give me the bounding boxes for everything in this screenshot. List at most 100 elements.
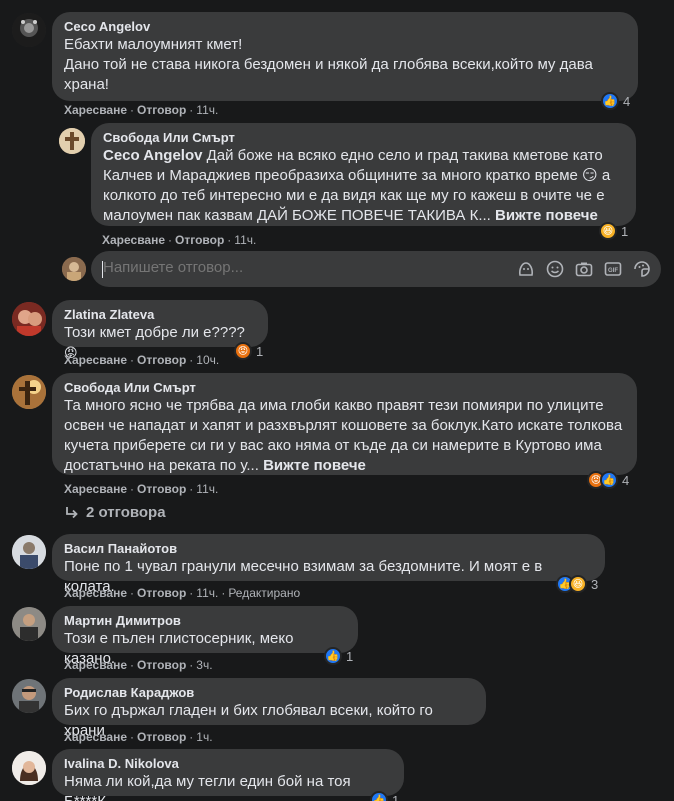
- comment-bubble: Zlatina Zlateva Този кмет добре ли е????…: [52, 300, 268, 360]
- avatar-image: [12, 535, 46, 569]
- comment-actions: Харесване · Отговор · 3ч.: [64, 658, 213, 672]
- comment-bubble: Ivalina D. Nikolova Няма ли кой,да му те…: [52, 749, 404, 801]
- comment-author[interactable]: Zlatina Zlateva: [64, 307, 256, 323]
- comment-text: Няма ли кой,да му тегли един бой на тоя …: [64, 773, 351, 801]
- like-button[interactable]: Харесване: [64, 103, 127, 117]
- reaction-count: 4: [623, 93, 631, 109]
- view-replies-button[interactable]: 2 отговора: [64, 504, 166, 521]
- comment-actions: Харесване · Отговор · 10ч.: [64, 353, 220, 367]
- reply-button[interactable]: Отговор: [137, 353, 186, 367]
- avatar-image: [12, 751, 46, 785]
- reply-button[interactable]: Отговор: [137, 103, 186, 117]
- comment-author[interactable]: Родислав Караджов: [64, 685, 474, 701]
- like-button[interactable]: Харесване: [64, 730, 127, 744]
- mention-link[interactable]: Ceco Angelov: [103, 147, 202, 164]
- comment-bubble: Свобода Или Смърт Та много ясно че трябв…: [52, 373, 637, 475]
- reply-button[interactable]: Отговор: [175, 233, 224, 247]
- comment-author[interactable]: Свобода Или Смърт: [64, 380, 625, 396]
- like-icon: 👍: [324, 647, 342, 665]
- timestamp[interactable]: 11ч.: [196, 103, 218, 117]
- comment-bubble: Мартин Димитров Този е пълен глистосерни…: [52, 606, 358, 667]
- comment-bubble: Васил Панайотов Поне по 1 чувал гранули …: [52, 534, 605, 595]
- comment-actions: Харесване · Отговор · 11ч.: [64, 482, 219, 496]
- avatar[interactable]: [12, 375, 46, 409]
- avatar[interactable]: [12, 607, 46, 641]
- gif-icon[interactable]: GIF: [603, 259, 622, 278]
- avatar-image: [12, 679, 46, 713]
- comment-text-line: Ебахти малоумният кмет!: [64, 36, 243, 53]
- reaction-count: 3: [591, 576, 599, 592]
- timestamp[interactable]: 1ч.: [196, 730, 212, 744]
- reaction-summary[interactable]: 👍 1: [324, 646, 353, 666]
- comment-text: Ебахти малоумният кмет! Дано той не став…: [64, 35, 626, 95]
- reply-button[interactable]: Отговор: [137, 586, 186, 600]
- comment-author[interactable]: Ceco Angelov: [64, 19, 626, 35]
- like-icon: 👍: [370, 791, 388, 801]
- emoji-icon[interactable]: [545, 259, 564, 278]
- like-icon: 👍: [600, 471, 618, 489]
- svg-text:GIF: GIF: [608, 268, 618, 274]
- avatar[interactable]: [12, 302, 46, 336]
- avatar[interactable]: [12, 535, 46, 569]
- see-more-link[interactable]: Вижте повече: [263, 457, 366, 474]
- reply-input-box[interactable]: GIF: [91, 251, 661, 287]
- like-button[interactable]: Харесване: [64, 586, 127, 600]
- reaction-summary[interactable]: 👍 1: [370, 790, 399, 801]
- sticker-icon[interactable]: [632, 259, 651, 278]
- avatar-image: [12, 375, 46, 409]
- like-button[interactable]: Харесване: [64, 353, 127, 367]
- avatar-image: [12, 302, 46, 336]
- avatar-sticker-icon[interactable]: [516, 259, 535, 278]
- comment-text-line: Дано той не става никога бездомен и няко…: [64, 56, 593, 93]
- edited-label: Редактирано: [228, 586, 301, 600]
- reaction-summary[interactable]: 👍 😆 3: [556, 574, 598, 594]
- reply-input[interactable]: [103, 259, 403, 276]
- reply-button[interactable]: Отговор: [137, 482, 186, 496]
- reply-bubble: Свобода Или Смърт Ceco Angelov Дай боже …: [91, 123, 636, 226]
- comment-author[interactable]: Свобода Или Смърт: [103, 130, 624, 146]
- see-more-link[interactable]: Вижте повече: [495, 207, 598, 224]
- reaction-summary[interactable]: 😡 1: [234, 341, 263, 361]
- avatar[interactable]: [12, 751, 46, 785]
- reply-arrow-icon: [66, 506, 78, 518]
- haha-icon: 😆: [569, 575, 587, 593]
- timestamp[interactable]: 11ч.: [196, 586, 218, 600]
- comment-actions: Харесване · Отговор · 11ч. · Редактирано: [64, 586, 301, 600]
- avatar: [62, 257, 86, 281]
- reply-button[interactable]: Отговор: [137, 658, 186, 672]
- composer-icons: GIF: [516, 259, 651, 278]
- reaction-count: 1: [256, 343, 264, 359]
- reaction-summary[interactable]: 😆 1: [599, 221, 628, 241]
- like-button[interactable]: Харесване: [64, 482, 127, 496]
- comment-actions: Харесване · Отговор · 11ч.: [102, 233, 257, 247]
- comment-text: Ceco Angelov Дай боже на всяко едно село…: [103, 147, 611, 224]
- avatar-image: [62, 257, 86, 281]
- reaction-summary[interactable]: 👍 4: [601, 91, 630, 111]
- reaction-count: 1: [621, 223, 629, 239]
- camera-icon[interactable]: [574, 259, 593, 278]
- comment-bubble: Родислав Караджов Бих го държал гладен и…: [52, 678, 486, 739]
- like-button[interactable]: Харесване: [102, 233, 165, 247]
- reaction-summary[interactable]: 😡 👍 4: [587, 470, 629, 490]
- reaction-count: 1: [392, 792, 400, 801]
- comment-author[interactable]: Мартин Димитров: [64, 613, 346, 629]
- avatar[interactable]: [59, 128, 85, 154]
- reaction-count: 4: [622, 472, 630, 488]
- avatar[interactable]: [12, 679, 46, 713]
- avatar-image: [12, 607, 46, 641]
- comment-actions: Харесване · Отговор · 11ч.: [64, 103, 219, 117]
- comment-author[interactable]: Васил Панайотов: [64, 541, 593, 557]
- timestamp[interactable]: 10ч.: [196, 353, 219, 367]
- timestamp[interactable]: 11ч.: [196, 482, 218, 496]
- timestamp[interactable]: 11ч.: [234, 233, 256, 247]
- avatar[interactable]: [12, 13, 46, 47]
- view-replies-label: 2 отговора: [86, 504, 166, 521]
- avatar-image: [12, 13, 46, 47]
- comment-author[interactable]: Ivalina D. Nikolova: [64, 756, 392, 772]
- comment-actions: Харесване · Отговор · 1ч.: [64, 730, 213, 744]
- timestamp[interactable]: 3ч.: [196, 658, 212, 672]
- like-button[interactable]: Харесване: [64, 658, 127, 672]
- reply-button[interactable]: Отговор: [137, 730, 186, 744]
- like-icon: 👍: [601, 92, 619, 110]
- haha-icon: 😆: [599, 222, 617, 240]
